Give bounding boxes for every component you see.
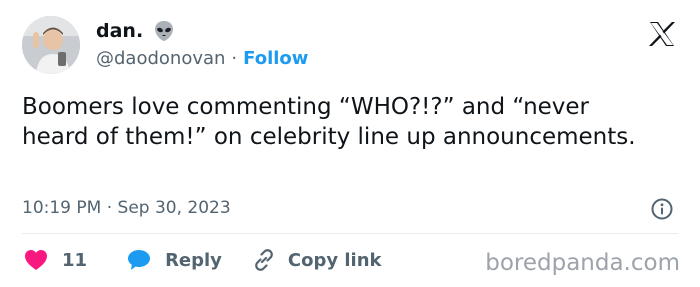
alien-icon bbox=[153, 20, 175, 42]
heart-icon bbox=[24, 249, 48, 271]
watermark: boredpanda.com bbox=[485, 250, 680, 276]
profile-avatar[interactable] bbox=[22, 16, 80, 74]
reply-bubble-icon bbox=[127, 249, 151, 271]
separator-dot: · bbox=[231, 48, 238, 69]
info-icon[interactable] bbox=[651, 198, 673, 220]
follow-button[interactable]: Follow bbox=[243, 48, 308, 69]
like-count: 11 bbox=[62, 249, 88, 271]
action-bar: 11 Reply Copy link bbox=[24, 248, 382, 272]
author-handle[interactable]: @daodonovan bbox=[96, 48, 225, 69]
author-name-row: dan. bbox=[96, 20, 175, 42]
author-handle-row: @daodonovan · Follow bbox=[96, 48, 308, 69]
avatar-photo bbox=[22, 16, 80, 74]
reply-button[interactable]: Reply bbox=[127, 249, 222, 271]
copy-link-label: Copy link bbox=[287, 249, 382, 271]
like-button[interactable]: 11 bbox=[24, 249, 87, 271]
divider bbox=[22, 233, 678, 234]
reply-label: Reply bbox=[165, 249, 222, 271]
tweet-timestamp[interactable]: 10:19 PM · Sep 30, 2023 bbox=[22, 198, 231, 218]
copy-link-button[interactable]: Copy link bbox=[252, 248, 382, 272]
author-display-name[interactable]: dan. bbox=[96, 20, 143, 42]
link-icon bbox=[252, 248, 276, 272]
tweet-text: Boomers love commenting “WHO?!?” and “ne… bbox=[22, 94, 636, 150]
x-logo-icon[interactable] bbox=[648, 20, 676, 48]
